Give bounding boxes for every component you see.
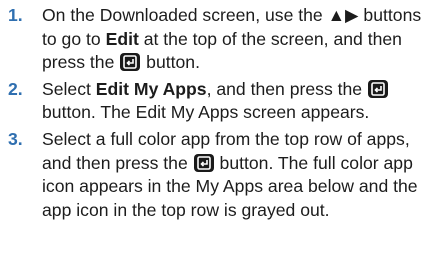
step-text: , and then press the	[206, 78, 367, 99]
menu-term-edit-my-apps: Edit My Apps	[95, 78, 207, 99]
menu-term-edit: Edit	[105, 28, 139, 49]
arrow-buttons-glyph: ▲▶	[327, 5, 359, 25]
step-text: On the Downloaded screen, use the	[42, 5, 328, 25]
step-number: 3.	[8, 128, 23, 149]
step-number: 2.	[8, 78, 23, 99]
enter-button-icon	[120, 53, 141, 72]
step-3: 3. Select a full color app from the top …	[8, 128, 440, 222]
step-2: 2. Select Edit My Apps, and then press t…	[8, 78, 440, 125]
instruction-list: 1. On the Downloaded screen, use the ▲▶ …	[8, 4, 440, 225]
enter-button-icon	[193, 153, 214, 172]
step-text: Select	[42, 78, 96, 99]
step-1: 1. On the Downloaded screen, use the ▲▶ …	[8, 4, 440, 75]
step-text: button. The Edit My Apps screen appears.	[42, 102, 370, 123]
enter-button-icon	[367, 79, 388, 98]
step-number: 1.	[8, 5, 23, 25]
step-text: button.	[141, 52, 200, 73]
